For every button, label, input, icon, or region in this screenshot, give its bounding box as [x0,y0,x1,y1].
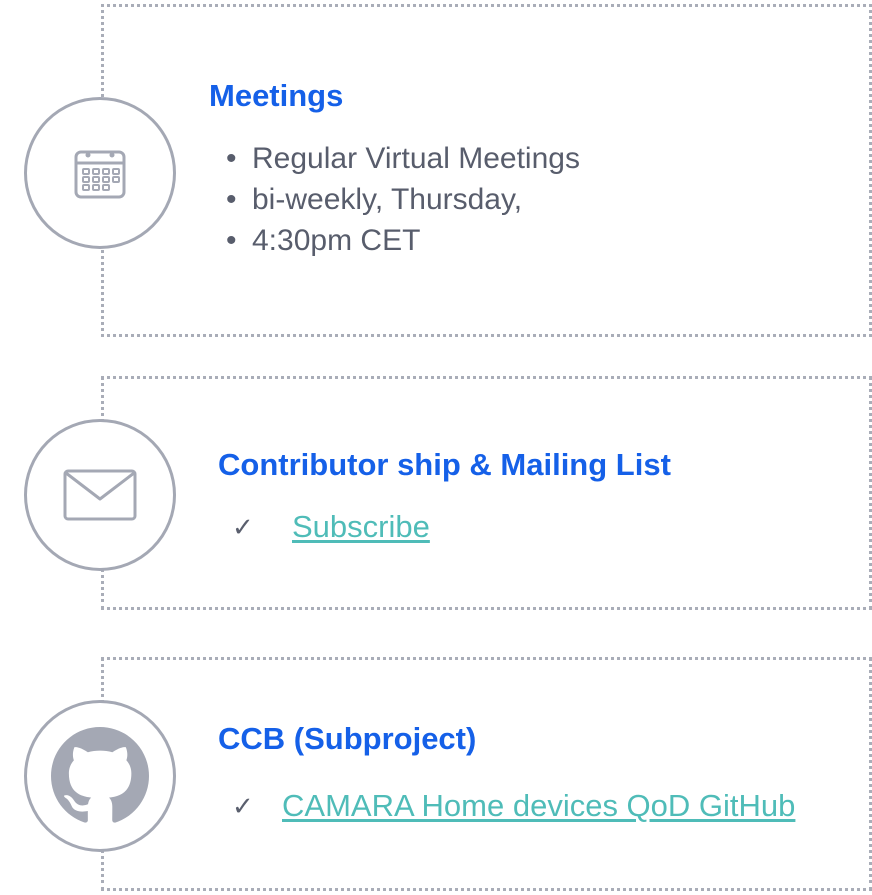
ccb-title: CCB (Subproject) [218,721,477,756]
subscribe-row: ✓ Subscribe [232,505,430,549]
ccb-card [101,657,872,891]
meetings-title: Meetings [209,78,344,113]
checkmark-icon: ✓ [232,512,254,542]
ccb-icon-circle [24,700,176,852]
github-repo-link[interactable]: CAMARA Home devices QoD GitHub [282,788,795,823]
list-item: • 4:30pm CET [226,224,421,257]
checkmark-icon: ✓ [232,791,254,821]
calendar-icon [74,150,126,199]
list-item: • Regular Virtual Meetings [226,142,580,175]
meetings-bullet-list: • Regular Virtual Meetings • bi-weekly, Th… [226,138,580,261]
meetings-icon-circle [24,97,176,249]
mailing-icon-circle [24,419,176,571]
mailing-title: Contributor ship & Mailing List [218,447,671,482]
github-icon [51,727,149,823]
subscribe-link[interactable]: Subscribe [292,509,430,544]
envelope-icon [63,469,137,521]
mailing-card [101,376,872,610]
github-link-row: ✓ CAMARA Home devices QoD GitHub [232,784,802,828]
list-item: • bi-weekly, Thursday, [226,183,523,216]
